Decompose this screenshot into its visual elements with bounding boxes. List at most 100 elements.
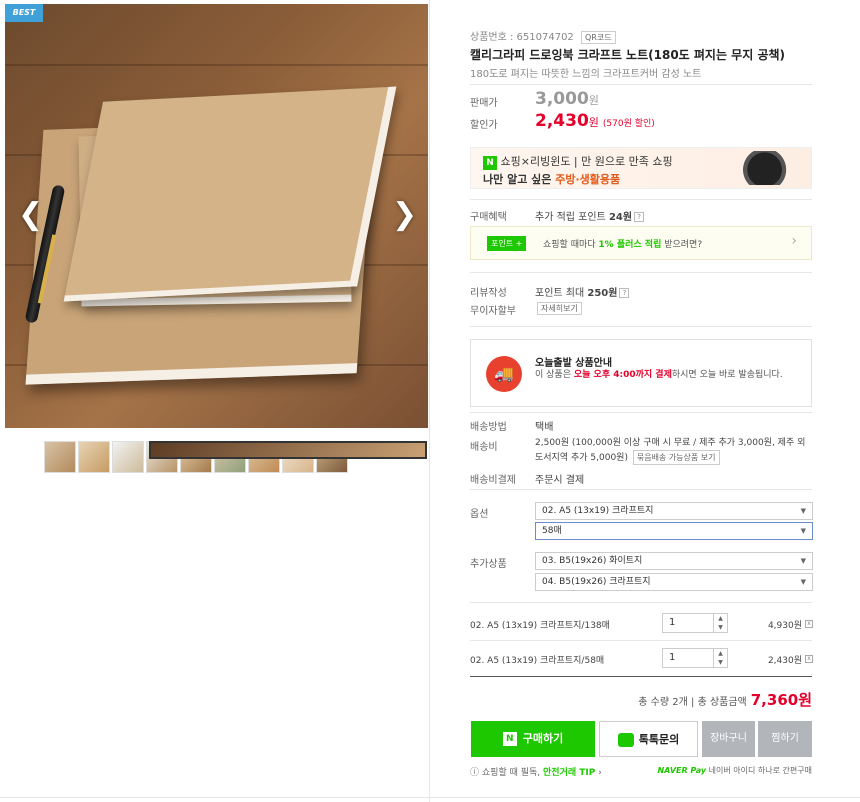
spinner[interactable]: ▲ ▼ (713, 649, 727, 667)
total-amount: 7,360원 (750, 691, 812, 709)
qr-code-button[interactable]: QR코드 (580, 31, 616, 44)
chevron-down-icon: ▼ (800, 527, 806, 535)
product-number-text: 상품번호 : 651074702 (470, 32, 574, 43)
total-summary: 총 수량 2개 | 총 상품금액 7,360원 (638, 689, 812, 710)
total-quantity: 총 수량 2개 (638, 697, 688, 708)
thumbnail[interactable] (78, 441, 110, 473)
shipping-pay-label: 배송비결제 (470, 475, 516, 486)
thumbnail[interactable] (112, 441, 144, 473)
selected-item-price: 4,930원 (767, 621, 802, 631)
frying-pan-image (739, 151, 803, 185)
benefit-points: 24원 (608, 212, 633, 223)
talk-label: 톡톡문의 (638, 733, 680, 746)
remove-icon[interactable]: x (805, 620, 813, 628)
up-arrow-icon[interactable]: ▲ (714, 649, 727, 658)
review-label: 리뷰작성 (470, 288, 507, 299)
option-select-1[interactable]: 02. A5 (13x19) 크라프트지 ▼ (535, 502, 813, 520)
naver-pay-note: NAVER Pay 네이버 아이디 하나로 간편구매 (657, 765, 812, 776)
today-shipping-desc: 이 상품은 오늘 오후 4:00까지 결제하시면 오늘 바로 발송됩니다. (535, 369, 805, 382)
add-product-select-1[interactable]: 03. B5(19x26) 화이트지 ▼ (535, 552, 813, 570)
product-number: 상품번호 : 651074702 QR코드 (470, 28, 812, 44)
option-select-2-value: 58매 (542, 526, 562, 536)
bundle-shipping-button[interactable]: 묶음배송 가능상품 보기 (632, 450, 720, 465)
won-unit: 원 (588, 116, 599, 129)
down-arrow-icon[interactable]: ▼ (714, 658, 727, 667)
up-arrow-icon[interactable]: ▲ (714, 614, 727, 623)
down-arrow-icon[interactable]: ▼ (714, 623, 727, 632)
product-title: 캘리그라피 드로잉북 크라프트 노트(180도 펴지는 무지 공책) (470, 48, 786, 62)
add-product-select-2[interactable]: 04. B5(19x26) 크라프트지 ▼ (535, 573, 813, 591)
promo-line1: N 쇼핑×리빙윈도 | 만 원으로 만족 쇼핑 (483, 153, 673, 170)
chevron-down-icon: ▼ (800, 557, 806, 565)
sale-price-label: 판매가 (470, 98, 498, 109)
installment-value: 자세히보기 (535, 302, 582, 315)
wishlist-button[interactable]: 찜하기 (758, 721, 812, 757)
option-select-1-value: 02. A5 (13x19) 크라프트지 (542, 506, 654, 516)
promo-line2-text: 나만 알고 싶은 (483, 173, 556, 186)
buy-label: 구매하기 (522, 732, 564, 745)
chevron-right-icon: › (598, 768, 602, 778)
benefit-value: 추가 적립 포인트 24원? (535, 208, 645, 223)
help-icon[interactable]: ? (634, 212, 645, 222)
selected-item-name: 02. A5 (13x19) 크라프트지/138매 (470, 621, 610, 631)
help-icon[interactable]: ? (619, 288, 630, 298)
safe-trade-text: 쇼핑할 때 필독, (481, 768, 544, 778)
safe-trade-tip[interactable]: ⓘ 쇼핑할 때 필독, 안전거래 TIP › (470, 765, 602, 778)
naver-n-icon: N (483, 156, 497, 170)
chevron-down-icon: ▼ (800, 507, 806, 515)
option-select-2[interactable]: 58매 ▼ (535, 522, 813, 540)
selected-item-name: 02. A5 (13x19) 크라프트지/58매 (470, 656, 605, 666)
remove-icon[interactable]: x (805, 655, 813, 663)
selected-item-price: 2,430원 (767, 656, 802, 666)
quantity-stepper[interactable]: 1 ▲ ▼ (662, 648, 728, 668)
thumbnail-selected[interactable] (149, 441, 427, 459)
gallery-panel: BEST ❮ ❯ (0, 0, 430, 802)
today-shipping-box: 🚚 오늘출발 상품안내 이 상품은 오늘 오후 4:00까지 결제하시면 오늘 … (470, 339, 812, 407)
discount-price-value: 2,430 (535, 111, 589, 131)
shipping-method-label: 배송방법 (470, 422, 507, 433)
promo-line2: 나만 알고 싶은 주방·생활용품 (483, 171, 620, 187)
benefit-label: 구매혜택 (470, 212, 507, 223)
divider: | (691, 697, 695, 708)
today-shipping-title: 오늘출발 상품안내 (535, 358, 613, 369)
promo-line1-text: 쇼핑×리빙윈도 | 만 원으로 만족 쇼핑 (500, 155, 673, 168)
shipping-fee-label: 배송비 (470, 442, 498, 453)
promo-banner[interactable]: N 쇼핑×리빙윈도 | 만 원으로 만족 쇼핑 나만 알고 싶은 주방·생활용품 (470, 147, 812, 189)
shipping-pay-value: 주문시 결제 (535, 475, 585, 486)
point-text-a: 쇼핑할 때마다 (543, 240, 599, 250)
chevron-right-icon[interactable]: ❯ (392, 200, 417, 230)
discount-price-label: 할인가 (470, 120, 498, 131)
point-plus-text: 쇼핑할 때마다 1% 플러스 적립 받으려면? (543, 237, 702, 250)
naver-pay-logo: NAVER Pay (657, 766, 707, 775)
discount-note: (570원 할인) (602, 119, 655, 129)
truck-icon: 🚚 (486, 356, 522, 392)
point-plus-box[interactable]: 포인트 + 쇼핑할 때마다 1% 플러스 적립 받으려면? › (470, 226, 812, 260)
spinner[interactable]: ▲ ▼ (713, 614, 727, 632)
buy-button[interactable]: N 구매하기 (471, 721, 595, 757)
sale-price-value: 3,000 (535, 89, 589, 109)
thumbnail[interactable] (44, 441, 76, 473)
won-unit: 원 (588, 94, 599, 107)
installment-detail-button[interactable]: 자세히보기 (537, 302, 582, 315)
product-page: BEST ❮ ❯ 상품번호 : 651074702 QR코드 캘리그라피 드로잉… (0, 0, 860, 802)
quantity-stepper[interactable]: 1 ▲ ▼ (662, 613, 728, 633)
add-product-select-2-value: 04. B5(19x26) 크라프트지 (542, 577, 651, 587)
total-label: 총 상품금액 (697, 697, 747, 708)
notebook-small (63, 86, 397, 302)
divider (0, 797, 860, 798)
chevron-down-icon: ▼ (800, 578, 806, 586)
add-product-select-1-value: 03. B5(19x26) 화이트지 (542, 556, 643, 566)
cart-button[interactable]: 장바구니 (702, 721, 755, 757)
chevron-left-icon[interactable]: ❮ (18, 200, 43, 230)
review-text: 포인트 최대 (535, 288, 588, 299)
thumbnail-strip (44, 441, 427, 473)
talk-inquiry-button[interactable]: 톡톡문의 (599, 721, 698, 757)
add-product-label: 추가상품 (470, 559, 507, 570)
point-text-c: 받으려면? (661, 240, 703, 250)
chevron-right-icon: › (791, 233, 797, 249)
point-plus-tag: 포인트 + (487, 236, 527, 251)
sale-price: 3,000원 (535, 89, 599, 109)
safe-trade-link[interactable]: 안전거래 TIP (543, 768, 595, 778)
shipping-method-value: 택배 (535, 422, 554, 433)
discount-price: 2,430원 (570원 할인) (535, 111, 655, 131)
